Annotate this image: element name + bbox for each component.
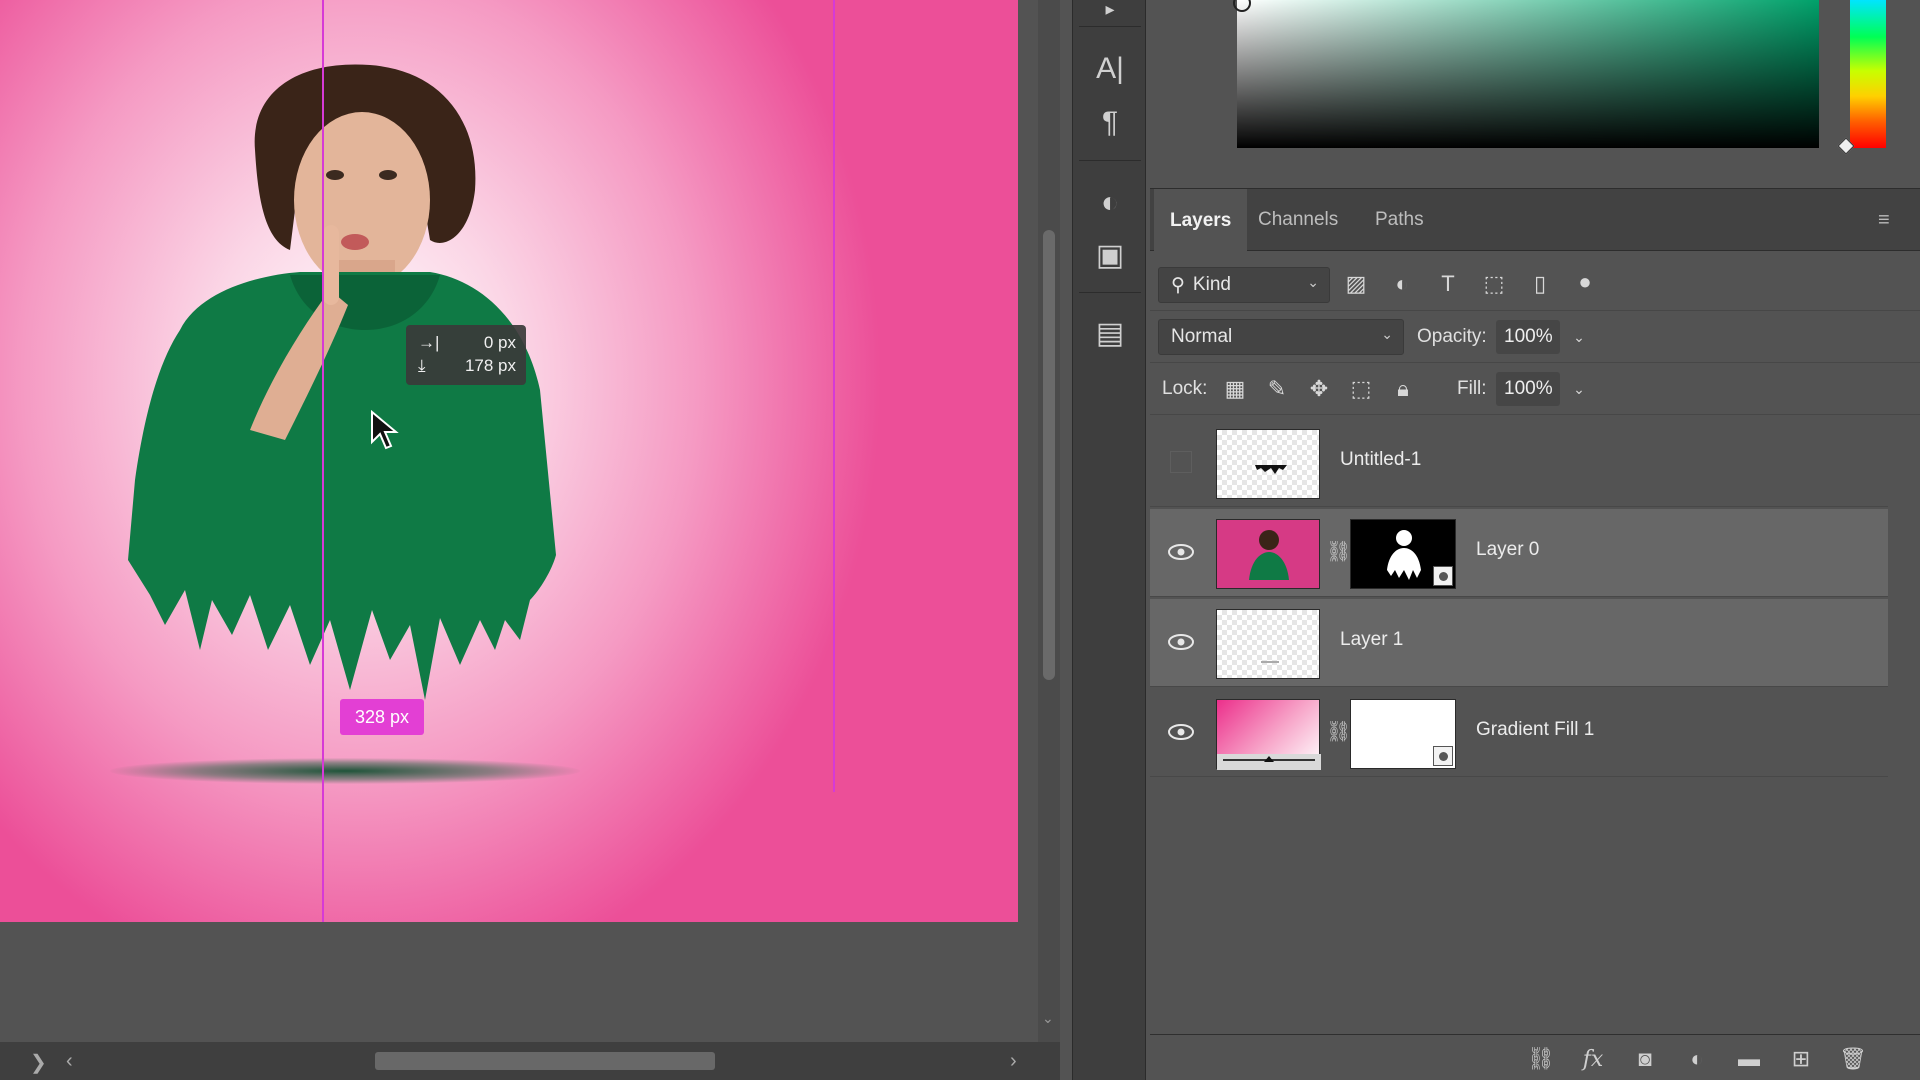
panel-dock-strip: ▸ A| ¶ ◐ ▣ ▤ bbox=[1072, 0, 1146, 1080]
scroll-left-icon[interactable]: ‹ bbox=[66, 1050, 73, 1073]
shape-filter-icon[interactable]: ⬚ bbox=[1479, 269, 1509, 299]
eye-icon[interactable] bbox=[1166, 627, 1196, 657]
blend-mode-dropdown[interactable]: Normal ⌄ bbox=[1158, 319, 1404, 355]
new-layer-icon[interactable]: ⊞ bbox=[1786, 1045, 1816, 1073]
layer-name[interactable]: Layer 0 bbox=[1476, 539, 1539, 561]
layer-row-untitled-1[interactable]: Untitled-1 bbox=[1150, 419, 1888, 507]
lock-transparent-pixels-icon[interactable]: ▦ bbox=[1220, 374, 1250, 404]
layer-mask-thumbnail[interactable] bbox=[1350, 519, 1456, 589]
adjustments-icon[interactable]: ◐ bbox=[1087, 180, 1133, 226]
visibility-toggle-empty[interactable] bbox=[1170, 451, 1192, 473]
fill-label: Fill: bbox=[1457, 378, 1487, 399]
layer-thumbnail bbox=[1216, 519, 1320, 589]
blend-row: Normal ⌄ Opacity: 100% ⌄ bbox=[1150, 311, 1920, 363]
y-offset-icon: ⤓ bbox=[418, 356, 426, 375]
document-canvas[interactable]: →| 0 px ⤓ 178 px 328 px bbox=[0, 0, 1018, 922]
blend-mode-value: Normal bbox=[1171, 326, 1233, 347]
panel-expand-icon[interactable]: ❯ bbox=[30, 1050, 47, 1075]
horizontal-scrollbar[interactable]: ❯ ‹ › bbox=[0, 1042, 1060, 1080]
libraries-icon[interactable]: ▣ bbox=[1087, 232, 1133, 278]
panel-tabs: Layers Channels Paths ≡ bbox=[1150, 189, 1920, 252]
mask-badge-icon bbox=[1433, 566, 1453, 586]
fx-icon[interactable]: fx bbox=[1578, 1045, 1608, 1073]
layer-name[interactable]: Gradient Fill 1 bbox=[1476, 719, 1594, 741]
hue-slider[interactable] bbox=[1850, 0, 1886, 148]
chevron-down-icon: ⌄ bbox=[1381, 326, 1393, 342]
filter-kind-label: Kind bbox=[1192, 274, 1231, 295]
filter-row: ⚲ Kind ⌄ ▨ ◐ T ⬚ ▯ ● bbox=[1150, 259, 1920, 311]
lock-row: Lock: ▦ ✎ ✥ ⬚ 🔒︎ Fill: 100% ⌄ bbox=[1150, 363, 1920, 415]
smart-guide-readout: →| 0 px ⤓ 178 px bbox=[406, 325, 526, 385]
opacity-label: Opacity: bbox=[1417, 326, 1487, 347]
type-filter-icon[interactable]: T bbox=[1433, 269, 1463, 299]
right-panels: Layers Channels Paths ≡ ⚲ Kind ⌄ ▨ ◐ T ⬚… bbox=[1150, 0, 1920, 1080]
add-mask-icon[interactable]: ◙ bbox=[1630, 1045, 1660, 1073]
layer-row-layer-0[interactable]: ⛓ Layer 0 bbox=[1150, 509, 1888, 597]
panel-menu-icon[interactable]: ≡ bbox=[1878, 209, 1900, 232]
eye-icon[interactable] bbox=[1166, 717, 1196, 747]
pointer-cursor-icon bbox=[371, 410, 399, 450]
vertical-scroll-thumb[interactable] bbox=[1043, 230, 1055, 680]
collapse-arrow-icon[interactable]: ▸ bbox=[1087, 0, 1133, 32]
layers-panel: Layers Channels Paths ≡ ⚲ Kind ⌄ ▨ ◐ T ⬚… bbox=[1150, 188, 1920, 1080]
woman-figure bbox=[128, 64, 556, 700]
opacity-slider-chevron-icon[interactable]: ⌄ bbox=[1564, 322, 1594, 352]
guide-line-left[interactable] bbox=[322, 0, 324, 922]
tab-channels[interactable]: Channels bbox=[1242, 189, 1354, 251]
lock-label: Lock: bbox=[1162, 378, 1208, 399]
layer-row-layer-1[interactable]: Layer 1 bbox=[1150, 599, 1888, 687]
color-panel bbox=[1150, 0, 1920, 188]
search-icon: ⚲ bbox=[1171, 274, 1185, 296]
x-offset-value: 0 px bbox=[483, 333, 516, 352]
opacity-input[interactable]: 100% bbox=[1496, 320, 1560, 354]
link-layers-icon[interactable]: ⛓ bbox=[1526, 1045, 1556, 1073]
lock-artboard-icon[interactable]: ⬚ bbox=[1346, 374, 1376, 404]
y-offset-value: 178 px bbox=[464, 356, 516, 375]
mask-link-icon[interactable]: ⛓ bbox=[1326, 719, 1351, 744]
tab-layers[interactable]: Layers bbox=[1154, 189, 1248, 252]
paragraph-icon[interactable]: ¶ bbox=[1087, 100, 1133, 146]
filter-kind-dropdown[interactable]: ⚲ Kind ⌄ bbox=[1158, 267, 1330, 303]
filter-toggle-icon[interactable]: ● bbox=[1570, 267, 1600, 297]
chevron-down-icon: ⌄ bbox=[1307, 274, 1319, 290]
horizontal-scroll-thumb[interactable] bbox=[375, 1052, 715, 1070]
x-offset-icon: →| bbox=[418, 333, 440, 352]
adjustment-layer-icon[interactable]: ◐ bbox=[1682, 1045, 1712, 1073]
layer-name[interactable]: Layer 1 bbox=[1340, 629, 1403, 651]
character-icon[interactable]: A| bbox=[1087, 46, 1133, 92]
layer-thumbnail bbox=[1216, 609, 1320, 679]
lock-all-icon[interactable]: 🔒︎ bbox=[1388, 374, 1418, 404]
finger bbox=[323, 225, 339, 305]
trash-icon[interactable]: 🗑︎ bbox=[1838, 1045, 1868, 1073]
vertical-scrollbar[interactable]: ⌄ bbox=[1038, 0, 1060, 1042]
scroll-down-icon[interactable]: ⌄ bbox=[1042, 1010, 1054, 1027]
fill-slider-chevron-icon[interactable]: ⌄ bbox=[1564, 374, 1594, 404]
mask-link-icon[interactable]: ⛓ bbox=[1326, 539, 1351, 564]
layer-row-gradient-fill-1[interactable]: ⛓ Gradient Fill 1 bbox=[1150, 689, 1888, 777]
eye-icon[interactable] bbox=[1166, 537, 1196, 567]
layer-thumbnail bbox=[1216, 429, 1320, 499]
layers-panel-footer: ⛓ fx ◙ ◐ ▬ ⊞ 🗑︎ bbox=[1150, 1034, 1920, 1080]
adjustment-filter-icon[interactable]: ◐ bbox=[1387, 269, 1417, 299]
mask-badge-icon bbox=[1433, 746, 1453, 766]
properties-icon[interactable]: ▤ bbox=[1087, 310, 1133, 356]
document-workspace: →| 0 px ⤓ 178 px 328 px ⌄ ❯ ‹ › bbox=[0, 0, 1060, 1080]
layer-name[interactable]: Untitled-1 bbox=[1340, 449, 1421, 471]
group-folder-icon[interactable]: ▬ bbox=[1734, 1045, 1764, 1073]
gradient-thumbnail bbox=[1216, 699, 1321, 770]
lock-position-icon[interactable]: ✥ bbox=[1304, 374, 1334, 404]
smart-object-filter-icon[interactable]: ▯ bbox=[1525, 269, 1555, 299]
guide-line-right[interactable] bbox=[833, 0, 835, 792]
distance-badge: 328 px bbox=[340, 699, 424, 735]
tab-paths[interactable]: Paths bbox=[1359, 189, 1440, 251]
layer-mask-thumbnail[interactable] bbox=[1350, 699, 1456, 769]
fill-input[interactable]: 100% bbox=[1496, 372, 1560, 406]
image-filter-icon[interactable]: ▨ bbox=[1341, 269, 1371, 299]
scroll-right-icon[interactable]: › bbox=[1010, 1050, 1017, 1073]
photoshop-window: →| 0 px ⤓ 178 px 328 px ⌄ ❯ ‹ › ▸ A| ¶ ◐… bbox=[0, 0, 1920, 1080]
lock-image-pixels-icon[interactable]: ✎ bbox=[1262, 374, 1292, 404]
color-field[interactable] bbox=[1237, 0, 1819, 148]
